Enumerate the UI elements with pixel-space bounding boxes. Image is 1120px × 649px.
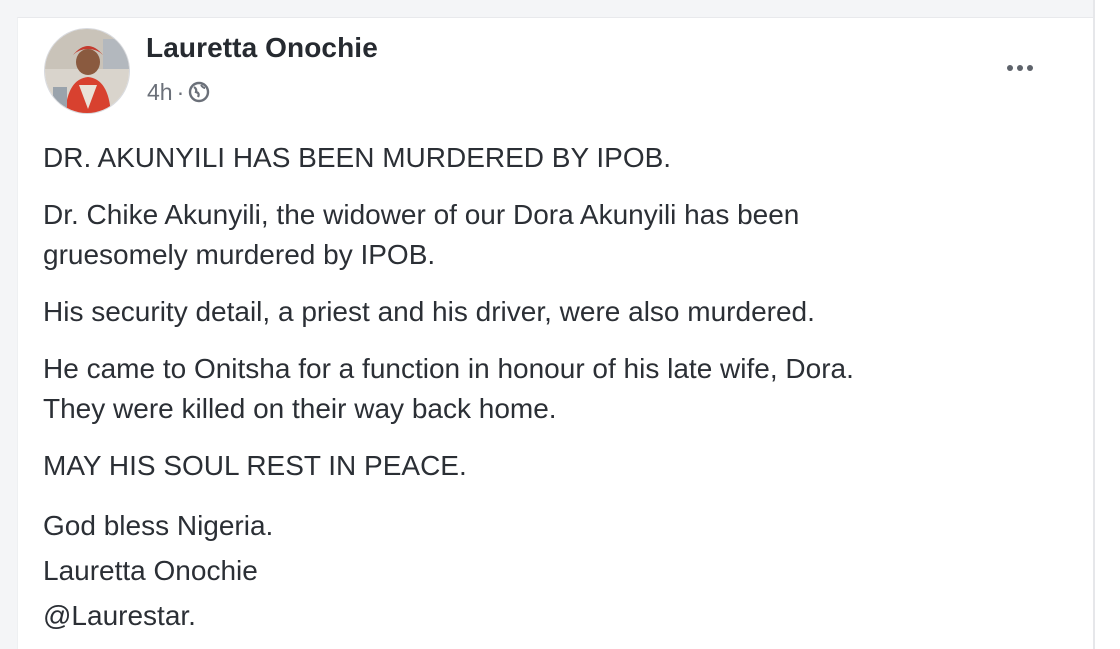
- post-text-line: They were killed on their way back home.: [43, 393, 557, 424]
- post-paragraph: Dr. Chike Akunyili, the widower of our D…: [43, 195, 1073, 275]
- post-signature: God bless Nigeria. Lauretta Onochie @Lau…: [43, 503, 1073, 638]
- signature-handle[interactable]: @Laurestar.: [43, 593, 1073, 638]
- post-text-line: He came to Onitsha for a function in hon…: [43, 353, 854, 384]
- post-body: DR. AKUNYILI HAS BEEN MURDERED BY IPOB. …: [43, 138, 1073, 638]
- post-text-line: MAY HIS SOUL REST IN PEACE.: [43, 450, 467, 481]
- signature-line: Lauretta Onochie: [43, 555, 258, 586]
- author-name[interactable]: Lauretta Onochie: [146, 32, 378, 64]
- meta-separator: ·: [176, 78, 185, 105]
- globe-icon[interactable]: [188, 81, 210, 103]
- post-text-line: DR. AKUNYILI HAS BEEN MURDERED BY IPOB.: [43, 142, 672, 173]
- more-dot: [1027, 65, 1033, 71]
- post-paragraph: His security detail, a priest and his dr…: [43, 292, 1073, 332]
- post-meta: 4h ·: [147, 78, 210, 106]
- page-scrollbar-gutter[interactable]: [1093, 0, 1120, 649]
- post-timestamp[interactable]: 4h: [147, 79, 173, 106]
- screenshot-frame: Lauretta Onochie 4h · DR. AKUNYILI HAS B…: [0, 0, 1120, 649]
- post-text-line: His security detail, a priest and his dr…: [43, 296, 815, 327]
- avatar[interactable]: [44, 28, 130, 114]
- avatar-photo: [45, 29, 129, 113]
- more-options-icon[interactable]: [998, 54, 1042, 82]
- post-paragraph: DR. AKUNYILI HAS BEEN MURDERED BY IPOB.: [43, 138, 1073, 178]
- post-text-line: Dr. Chike Akunyili, the widower of our D…: [43, 199, 800, 230]
- post-paragraph: He came to Onitsha for a function in hon…: [43, 349, 1073, 429]
- more-dot: [1017, 65, 1023, 71]
- post-text-line: gruesomely murdered by IPOB.: [43, 239, 436, 270]
- post-paragraph: MAY HIS SOUL REST IN PEACE.: [43, 446, 1073, 486]
- signature-line: God bless Nigeria.: [43, 510, 274, 541]
- facebook-post: Lauretta Onochie 4h · DR. AKUNYILI HAS B…: [17, 17, 1093, 649]
- more-dot: [1007, 65, 1013, 71]
